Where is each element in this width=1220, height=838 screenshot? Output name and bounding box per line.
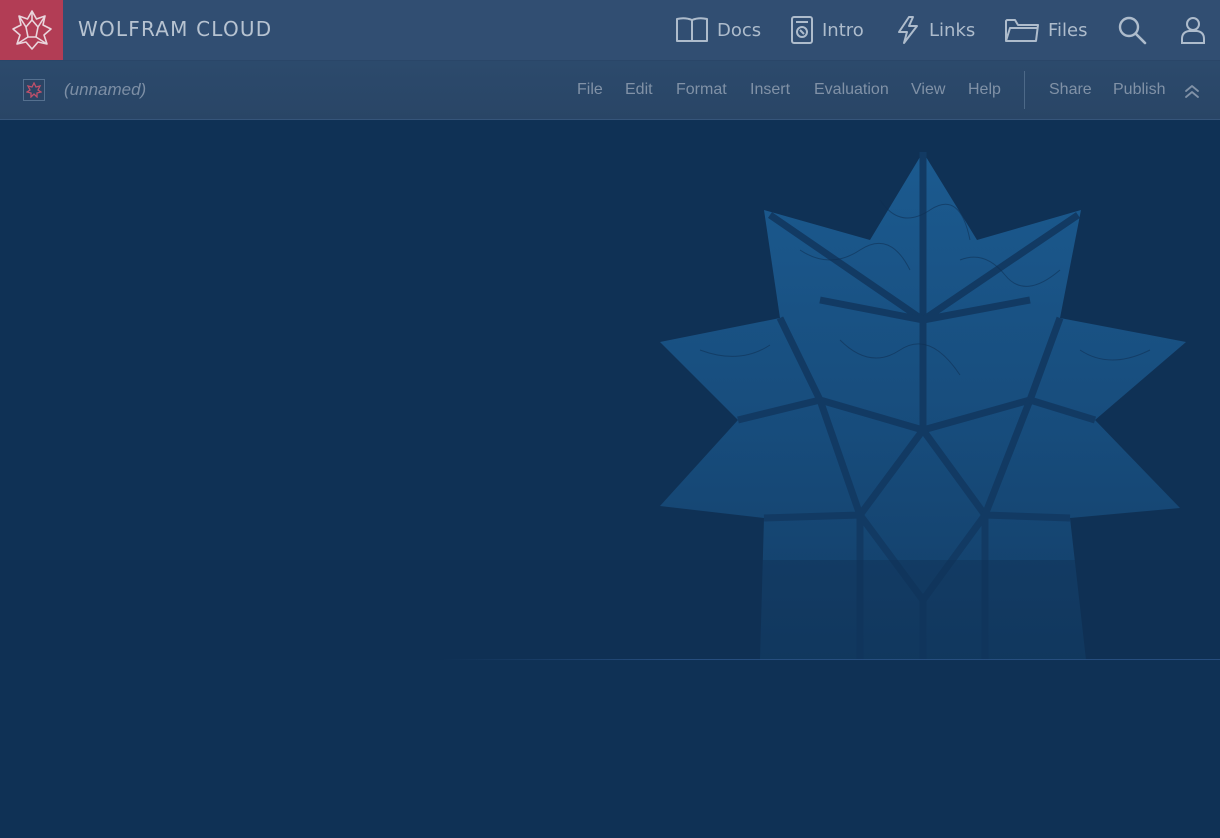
spikey-background-illustration: [0, 152, 1220, 660]
nav-docs-label: Docs: [717, 19, 762, 41]
folder-icon: [1005, 19, 1039, 42]
nav-intro[interactable]: Intro: [790, 13, 864, 47]
nav-intro-label: Intro: [822, 19, 864, 41]
menu-format[interactable]: Format: [676, 81, 727, 99]
nav-links-label: Links: [929, 19, 976, 41]
notebook-icon: [23, 79, 45, 101]
wolfram-logo-button[interactable]: [0, 0, 63, 60]
nav-files-label: Files: [1048, 19, 1088, 41]
toolbar-divider: [1024, 71, 1025, 109]
nav-docs[interactable]: Docs: [675, 13, 761, 47]
publish-button[interactable]: Publish: [1113, 81, 1165, 99]
menu-help[interactable]: Help: [968, 81, 1001, 99]
user-account-button[interactable]: [1177, 14, 1209, 46]
nav-files[interactable]: Files: [1004, 13, 1088, 47]
share-button[interactable]: Share: [1049, 81, 1092, 99]
menu-edit[interactable]: Edit: [625, 81, 653, 99]
lightning-icon: [898, 16, 918, 44]
notebook-name[interactable]: (unnamed): [64, 80, 146, 100]
menu-insert[interactable]: Insert: [750, 81, 790, 99]
intro-document-icon: [791, 16, 813, 44]
horizon-line: [440, 659, 1220, 660]
nav-links[interactable]: Links: [895, 13, 975, 47]
user-icon: [1181, 17, 1205, 44]
app-brand-title: WOLFRAM CLOUD: [78, 17, 273, 41]
menu-file[interactable]: File: [577, 81, 603, 99]
double-chevron-up-icon: [1185, 85, 1199, 98]
search-icon: [1118, 16, 1147, 45]
menu-evaluation[interactable]: Evaluation: [814, 81, 889, 99]
collapse-toolbar-button[interactable]: [1181, 80, 1203, 102]
book-icon: [676, 17, 708, 42]
wolfram-cloud-window: WOLFRAM CLOUD Docs Intro Links Files (un…: [0, 0, 1220, 838]
notebook-toolbar: (unnamed) File Edit Format Insert Evalua…: [0, 61, 1220, 120]
menu-view[interactable]: View: [911, 81, 945, 99]
search-button[interactable]: [1116, 14, 1148, 46]
top-navigation-bar: WOLFRAM CLOUD Docs Intro Links Files: [0, 0, 1220, 61]
spikey-logo-icon: [11, 10, 52, 50]
